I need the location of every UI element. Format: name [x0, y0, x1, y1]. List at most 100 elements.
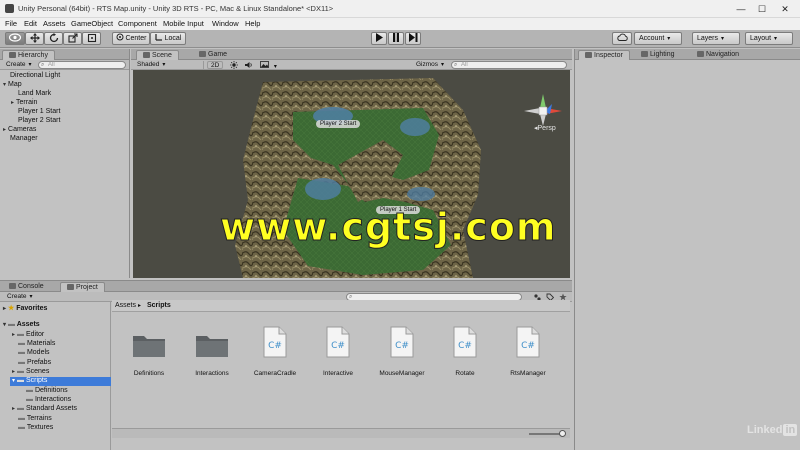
folder-node-selected[interactable]: ▾ ▬ Scripts — [10, 377, 111, 386]
hierarchy-item[interactable]: Manager — [10, 135, 38, 142]
lighting-toggle-button[interactable] — [227, 61, 241, 69]
2d-toggle-button[interactable]: 2D — [207, 61, 224, 69]
pivot-center-icon — [116, 33, 124, 41]
folder-node[interactable]: ▬ Definitions — [26, 387, 68, 394]
menu-file[interactable]: File — [5, 19, 17, 28]
move-tool-button[interactable] — [25, 32, 44, 45]
folder-node[interactable]: ▾ ▬ Assets — [3, 321, 40, 328]
menu-window[interactable]: Window — [212, 19, 239, 28]
folder-node[interactable]: ▬ Materials — [18, 340, 55, 347]
folder-node[interactable]: ▸ ▬ Scenes — [12, 368, 49, 375]
hierarchy-item[interactable]: Player 1 Start — [18, 108, 60, 115]
maximize-button[interactable]: ☐ — [756, 3, 768, 15]
tab-console[interactable]: Console — [3, 282, 50, 292]
hierarchy-item[interactable]: ▸ Terrain — [11, 99, 37, 106]
folder-icon — [196, 336, 228, 357]
effects-dropdown[interactable] — [257, 61, 280, 69]
layers-dropdown[interactable]: Layers — [692, 32, 740, 45]
tab-scene[interactable]: Scene — [136, 50, 179, 60]
folder-label: Textures — [26, 424, 54, 431]
favorites-label: Favorites — [16, 305, 48, 312]
rect-tool-button[interactable] — [82, 32, 101, 45]
pivot-rotation-toggle[interactable]: Local — [150, 32, 186, 45]
folder-node[interactable]: ▸ ▬ Standard Assets — [12, 405, 77, 412]
hierarchy-item[interactable]: Directional Light — [10, 72, 60, 79]
step-button[interactable] — [405, 32, 421, 45]
folder-label: Editor — [25, 331, 45, 338]
expanded-arrow-icon[interactable]: ▾ — [12, 378, 15, 384]
menu-component[interactable]: Component — [118, 19, 157, 28]
menu-edit[interactable]: Edit — [24, 19, 37, 28]
collapsed-arrow-icon[interactable]: ▸ — [3, 306, 6, 312]
close-button[interactable]: ✕ — [779, 3, 791, 15]
breadcrumb-item[interactable]: Assets — [115, 302, 136, 309]
scale-tool-button[interactable] — [63, 32, 82, 45]
play-button[interactable] — [371, 32, 387, 45]
collapsed-arrow-icon[interactable]: ▸ — [12, 369, 15, 375]
folder-label: Models — [26, 349, 50, 356]
folder-icon: ▬ — [17, 377, 25, 384]
shading-mode-dropdown[interactable]: Shaded — [134, 61, 204, 69]
hierarchy-search-input[interactable]: All — [38, 61, 126, 69]
collapsed-arrow-icon[interactable]: ▸ — [12, 406, 15, 412]
csharp-script-icon: C# — [263, 326, 287, 358]
cloud-button[interactable] — [612, 32, 632, 45]
gizmos-label: Gizmos — [416, 61, 439, 68]
game-pacman-icon — [199, 51, 206, 57]
hierarchy-item[interactable]: ▾ Map — [3, 81, 22, 88]
hierarchy-item[interactable]: ▸ Cameras — [3, 126, 36, 133]
breadcrumb-item[interactable]: Scripts — [147, 302, 171, 309]
gizmos-dropdown[interactable]: Gizmos — [413, 61, 447, 69]
folder-node[interactable]: ▬ Models — [18, 349, 50, 356]
view-tool-button[interactable] — [5, 32, 25, 45]
pivot-mode-toggle[interactable]: Center — [112, 32, 150, 45]
tab-navigation[interactable]: Navigation — [691, 50, 745, 60]
folder-node[interactable]: ▬ Textures — [18, 424, 53, 431]
tab-hierarchy[interactable]: Hierarchy — [2, 50, 55, 60]
hierarchy-list-icon — [9, 52, 16, 58]
folder-icon: ▬ — [8, 321, 16, 328]
expanded-arrow-icon[interactable]: ▾ — [3, 82, 6, 88]
folder-icon: ▬ — [18, 415, 25, 422]
expanded-arrow-icon[interactable]: ▾ — [3, 322, 6, 328]
hierarchy-subbar: Create All — [0, 60, 129, 70]
folder-icon: ▬ — [17, 405, 25, 412]
icon-size-slider-handle[interactable] — [559, 430, 566, 437]
step-forward-icon — [408, 33, 417, 42]
favorites-node[interactable]: ▸ ★ Favorites — [3, 304, 47, 312]
folder-node[interactable]: ▬ Interactions — [26, 396, 71, 403]
scene-panel-header: Scene Game Shaded 2D Gizmos All — [131, 49, 572, 70]
folder-node[interactable]: ▬ Prefabs — [18, 359, 51, 366]
rotate-tool-button[interactable] — [44, 32, 63, 45]
hierarchy-item[interactable]: Land Mark — [18, 90, 51, 97]
folder-node[interactable]: ▸ ▬ Editor — [12, 331, 44, 338]
collapsed-arrow-icon[interactable]: ▸ — [11, 100, 14, 106]
tab-inspector[interactable]: Inspector — [578, 50, 630, 60]
tab-game[interactable]: Game — [193, 50, 233, 60]
terrain-lake-bottom — [407, 187, 435, 201]
hierarchy-item[interactable]: Player 2 Start — [18, 117, 60, 124]
minimize-button[interactable]: — — [735, 3, 747, 15]
audio-toggle-button[interactable] — [242, 61, 256, 69]
tab-lighting[interactable]: Lighting — [635, 50, 681, 60]
svg-text:C#: C# — [268, 341, 282, 351]
account-dropdown[interactable]: Account — [634, 32, 682, 45]
menu-assets[interactable]: Assets — [43, 19, 66, 28]
menu-bar: File Edit Assets GameObject Component Mo… — [0, 18, 800, 30]
lightbulb-icon — [641, 51, 648, 57]
layout-dropdown[interactable]: Layout — [745, 32, 793, 45]
scene-tab-label: Scene — [152, 52, 172, 59]
scene-search-input[interactable]: All — [451, 61, 567, 69]
pause-button[interactable] — [388, 32, 404, 45]
collapsed-arrow-icon[interactable]: ▸ — [12, 332, 15, 338]
menu-help[interactable]: Help — [245, 19, 260, 28]
tab-project[interactable]: Project — [60, 282, 105, 292]
projection-label[interactable]: ◂Persp — [534, 124, 556, 132]
hierarchy-create-button[interactable]: Create — [3, 61, 35, 69]
collapsed-arrow-icon[interactable]: ▸ — [3, 127, 6, 133]
menu-mobile-input[interactable]: Mobile Input — [163, 19, 204, 28]
player-2-start-label[interactable]: Player 2 Start — [316, 120, 361, 128]
menu-gameobject[interactable]: GameObject — [71, 19, 113, 28]
project-create-button[interactable]: Create — [4, 293, 36, 301]
folder-node[interactable]: ▬ Terrains — [18, 415, 52, 422]
